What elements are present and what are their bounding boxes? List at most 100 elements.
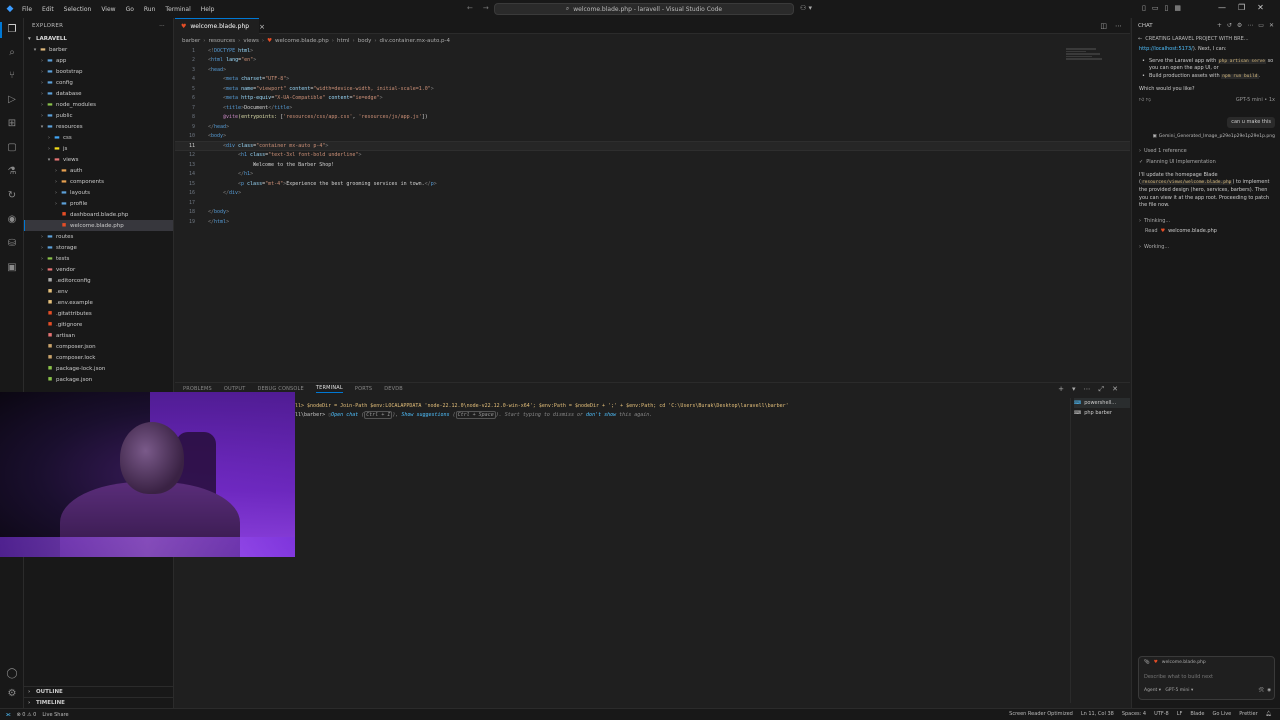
menu-help[interactable]: Help	[201, 6, 215, 13]
live-share-status[interactable]: Live Share	[42, 712, 68, 718]
toggle-panel-icon[interactable]: ▭	[1152, 4, 1159, 12]
tools-icon[interactable]: 🛠︎	[1258, 688, 1264, 693]
live-share-icon[interactable]: ↻	[6, 190, 18, 202]
tree-file-item[interactable]: ■ artisan	[24, 330, 173, 341]
more-actions-icon[interactable]: ⋯	[1084, 385, 1091, 394]
tree-folder-item[interactable]: › ▬ config	[24, 77, 173, 88]
breadcrumb-item[interactable]: body	[358, 38, 372, 44]
more-actions-icon[interactable]: ⋯	[159, 23, 165, 29]
tree-folder-item[interactable]: › ▬ vendor	[24, 264, 173, 275]
chat-input[interactable]: Describe what to build next	[1144, 674, 1213, 680]
toggle-sidebar-icon[interactable]: ▯	[1142, 4, 1146, 12]
testing-icon[interactable]: ⚗	[6, 166, 18, 178]
read-step[interactable]: Read ♥ welcome.blade.php	[1139, 228, 1275, 236]
menu-edit[interactable]: Edit	[42, 6, 54, 13]
tree-folder-item[interactable]: › ▬ layouts	[24, 187, 173, 198]
tab-devdb[interactable]: DEVDB	[384, 386, 403, 392]
eol-status[interactable]: LF	[1177, 711, 1183, 717]
tab-welcome-blade[interactable]: ♥ welcome.blade.php ×	[175, 18, 265, 34]
tree-file-item[interactable]: ■ package.json	[24, 374, 173, 385]
indentation-status[interactable]: Spaces: 4	[1122, 711, 1146, 717]
thumbs-down-icon[interactable]: 👎︎	[1146, 97, 1151, 103]
tree-file-item[interactable]: ■ composer.json	[24, 341, 173, 352]
split-editor-icon[interactable]: ◫	[1100, 22, 1107, 30]
dont-show-link[interactable]: don't show	[586, 412, 616, 418]
tab-ports[interactable]: PORTS	[355, 386, 372, 392]
toggle-secondary-sidebar-icon[interactable]: ▯	[1164, 4, 1168, 12]
tree-folder-item[interactable]: ▾ ▬ resources	[24, 121, 173, 132]
show-suggestions-link[interactable]: Show suggestions	[401, 412, 449, 418]
tree-folder-item[interactable]: › ▬ routes	[24, 231, 173, 242]
model-dropdown[interactable]: GPT-5 mini	[1165, 688, 1189, 693]
tree-file-item[interactable]: ■ package-lock.json	[24, 363, 173, 374]
timeline-section[interactable]: › TIMELINE	[24, 697, 174, 708]
tree-file-item[interactable]: ■ .gitattributes	[24, 308, 173, 319]
breadcrumb-item[interactable]: welcome.blade.php	[275, 38, 329, 44]
breadcrumb-item[interactable]: div.container.mx-auto.p-4	[380, 38, 451, 44]
tree-folder-item[interactable]: ▾ ▬ barber	[24, 44, 173, 55]
stop-icon[interactable]: ◉	[1267, 688, 1271, 693]
read-file-link[interactable]: welcome.blade.php	[1168, 228, 1217, 236]
menu-view[interactable]: View	[101, 6, 115, 13]
command-center-search[interactable]: ⌕ welcome.blade.php - laravell - Visual …	[494, 3, 794, 15]
search-icon[interactable]: ⌕	[6, 47, 18, 59]
tree-folder-item[interactable]: › ▬ tests	[24, 253, 173, 264]
run-debug-icon[interactable]: ▷	[6, 94, 18, 106]
thinking-step[interactable]: › Thinking...	[1139, 218, 1275, 226]
menu-go[interactable]: Go	[126, 6, 134, 13]
prettier-status[interactable]: Prettier	[1239, 711, 1257, 717]
extensions-icon[interactable]: ⊞	[6, 118, 18, 130]
used-references[interactable]: › Used 1 reference	[1139, 148, 1275, 156]
close-panel-icon[interactable]: ✕	[1112, 385, 1118, 394]
attach-icon[interactable]: 📎︎	[1144, 660, 1150, 665]
agent-mode-dropdown[interactable]: Agent	[1144, 688, 1157, 693]
new-chat-icon[interactable]: +	[1217, 22, 1222, 29]
minimize-window-icon[interactable]: —	[1218, 3, 1226, 12]
tree-file-item[interactable]: ■ welcome.blade.php	[24, 220, 173, 231]
tree-folder-item[interactable]: › ▬ storage	[24, 242, 173, 253]
history-icon[interactable]: ↺	[1227, 22, 1232, 29]
terminal-item-php[interactable]: ⌨ php barber	[1074, 408, 1130, 418]
tree-file-item[interactable]: ■ dashboard.blade.php	[24, 209, 173, 220]
open-chat-link[interactable]: Open chat	[331, 412, 358, 418]
outline-section[interactable]: › OUTLINE	[24, 686, 174, 697]
tree-folder-item[interactable]: › ▬ node_modules	[24, 99, 173, 110]
cursor-position[interactable]: Ln 11, Col 38	[1081, 711, 1114, 717]
chat-session-title[interactable]: ← CREATING LARAVEL PROJECT WITH BRE...	[1132, 33, 1280, 44]
account-icon[interactable]: ◯	[6, 668, 18, 680]
menu-run[interactable]: Run	[144, 6, 156, 13]
breadcrumb-item[interactable]: html	[337, 38, 350, 44]
context-file-chip[interactable]: welcome.blade.php	[1162, 660, 1206, 665]
chat-composer[interactable]: 📎︎ ♥ welcome.blade.php Describe what to …	[1138, 656, 1275, 700]
tree-folder-item[interactable]: › ▬ js	[24, 143, 173, 154]
back-arrow-icon[interactable]: ←	[1138, 36, 1142, 42]
customize-layout-icon[interactable]: ▦	[1174, 4, 1181, 12]
new-terminal-icon[interactable]: +	[1058, 385, 1064, 394]
docker-icon[interactable]: ▣	[6, 262, 18, 274]
notifications-icon[interactable]: 🔔︎	[1266, 711, 1272, 717]
tree-folder-item[interactable]: › ▬ components	[24, 176, 173, 187]
tree-file-item[interactable]: ■ .editorconfig	[24, 275, 173, 286]
planning-step[interactable]: ✓ Planning UI Implementation	[1139, 159, 1275, 167]
tab-terminal[interactable]: TERMINAL	[315, 385, 343, 393]
restore-window-icon[interactable]: ❐	[1238, 3, 1245, 12]
back-arrow-icon[interactable]: ←	[467, 4, 473, 12]
source-control-icon[interactable]: ⑂	[6, 70, 18, 82]
breadcrumb-item[interactable]: resources	[208, 38, 235, 44]
more-actions-icon[interactable]: ⋯	[1115, 22, 1122, 30]
terminal-item-powershell[interactable]: ⌨ powershell...	[1074, 398, 1130, 408]
tree-file-item[interactable]: ■ .gitignore	[24, 319, 173, 330]
maximize-icon[interactable]: ▭	[1258, 22, 1264, 29]
tree-folder-item[interactable]: ▾ ▬ views	[24, 154, 173, 165]
screen-reader-status[interactable]: Screen Reader Optimized	[1009, 711, 1073, 717]
breadcrumb-item[interactable]: barber	[182, 38, 200, 44]
close-icon[interactable]: ✕	[1269, 22, 1274, 29]
close-window-icon[interactable]: ✕	[1257, 3, 1264, 12]
tree-file-item[interactable]: ■ .env.example	[24, 297, 173, 308]
menu-file[interactable]: File	[22, 6, 32, 13]
menu-selection[interactable]: Selection	[64, 6, 92, 13]
tree-file-item[interactable]: ■ composer.lock	[24, 352, 173, 363]
tree-folder-item[interactable]: › ▬ auth	[24, 165, 173, 176]
localhost-link[interactable]: http://localhost:5173/	[1139, 46, 1193, 52]
tree-file-item[interactable]: ■ .env	[24, 286, 173, 297]
